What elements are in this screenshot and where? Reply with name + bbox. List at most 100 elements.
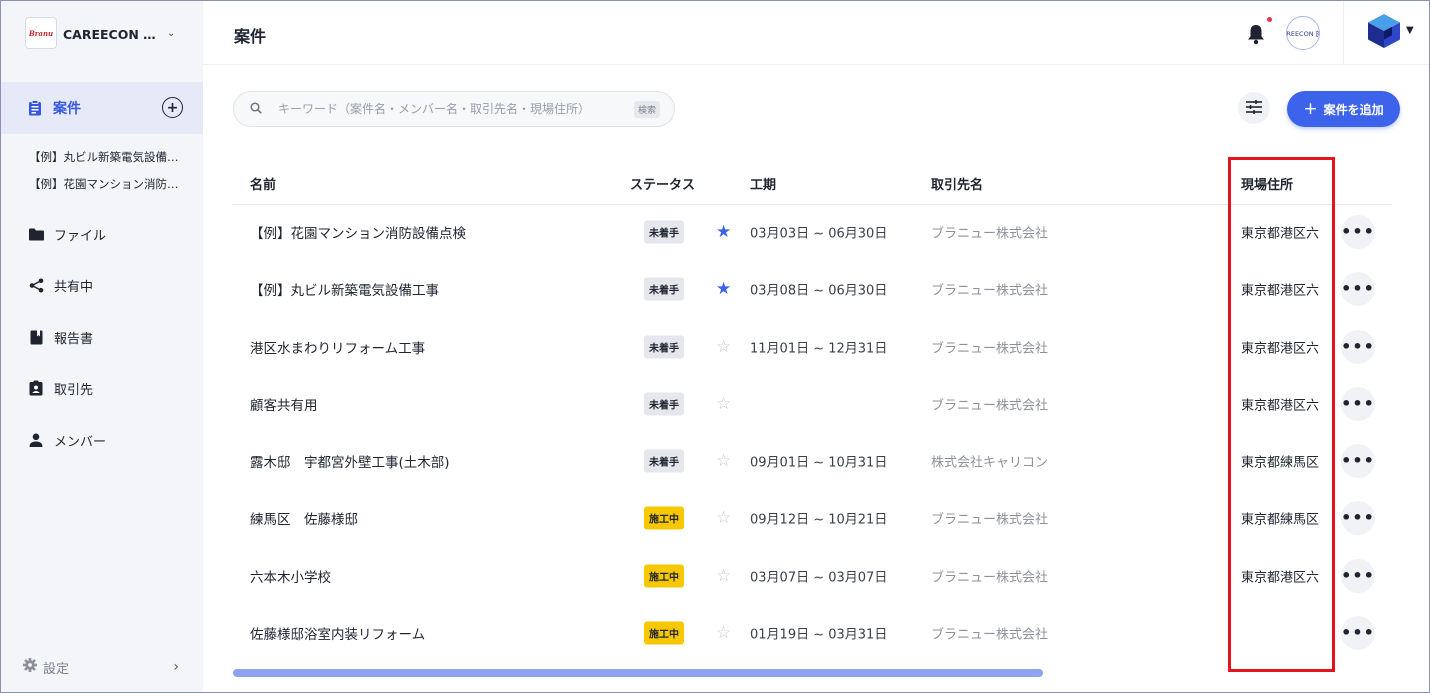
contact-badge-icon	[28, 380, 44, 396]
company-avatar[interactable]: CAREECON 施工	[1286, 16, 1320, 50]
site-address: 東京都港区六	[1241, 226, 1320, 241]
column-header-client[interactable]: 取引先名	[931, 174, 983, 193]
site-address: 東京都港区六	[1241, 341, 1320, 356]
site-address: 東京都港区六	[1241, 283, 1320, 298]
status-badge: 未着手	[644, 335, 684, 358]
table-header: 名前 ステータス 工期 取引先名 現場住所	[233, 163, 1391, 205]
table-row[interactable]: 【例】丸ビル新築電気設備工事 未着手 ★ 03月08日 ~ 06月30日 ブラニュー株式…	[233, 260, 1391, 317]
more-options-icon[interactable]: •••	[1341, 271, 1375, 306]
more-options-icon[interactable]: •••	[1341, 558, 1375, 593]
star-icon[interactable]: ☆	[716, 623, 731, 643]
filter-settings-button[interactable]	[1238, 92, 1270, 124]
column-header-name[interactable]: 名前	[250, 174, 276, 193]
add-project-icon[interactable]: +	[162, 97, 183, 118]
client-name: ブラニュー株式会社	[931, 512, 1049, 527]
more-options-icon[interactable]: •••	[1341, 443, 1375, 478]
project-name[interactable]: 港区水まわりリフォーム工事	[250, 337, 425, 357]
sidebar-item-files[interactable]: ファイル	[1, 219, 203, 249]
client-name: ブラニュー株式会社	[931, 283, 1049, 298]
sidebar-item-label: メンバー	[54, 434, 107, 450]
site-address: 東京都港区六	[1241, 570, 1320, 585]
settings-label: 設定	[43, 661, 70, 677]
column-header-period[interactable]: 工期	[750, 174, 776, 193]
status-badge: 施工中	[644, 621, 684, 644]
column-header-address[interactable]: 現場住所	[1241, 174, 1293, 193]
project-name[interactable]: 練馬区 佐藤様邸	[250, 508, 358, 528]
more-options-icon[interactable]: •••	[1341, 386, 1375, 421]
project-name[interactable]: 【例】丸ビル新築電気設備工事	[250, 279, 439, 299]
search-input[interactable]	[278, 102, 618, 116]
project-period: 03月08日 ~ 06月30日	[750, 283, 888, 298]
org-switcher[interactable]: Branu CAREECON 施工管理 ⌄	[1, 1, 203, 65]
page-title: 案件	[234, 27, 267, 46]
status-badge: 未着手	[644, 220, 684, 243]
org-name: CAREECON 施工管理	[63, 26, 159, 42]
project-period: 11月01日 ~ 12月31日	[750, 341, 888, 356]
sidebar-item-label: 共有中	[54, 279, 94, 295]
star-icon[interactable]: ★	[716, 222, 731, 242]
recent-project-link[interactable]: 【例】花園マンション消防設備点検	[29, 176, 179, 192]
project-name[interactable]: 顧客共有用	[250, 394, 318, 414]
project-name[interactable]: 露木邸 宇都宮外壁工事(土木部)	[250, 451, 450, 471]
table-row[interactable]: 港区水まわりリフォーム工事 未着手 ☆ 11月01日 ~ 12月31日 ブラニュー株式会…	[233, 318, 1391, 375]
star-icon[interactable]: ☆	[716, 508, 731, 528]
more-options-icon[interactable]: •••	[1341, 329, 1375, 364]
sidebar-item-shared[interactable]: 共有中	[1, 270, 203, 300]
notification-dot	[1267, 17, 1272, 22]
more-options-icon[interactable]: •••	[1341, 500, 1375, 535]
sidebar-item-label: 取引先	[54, 382, 94, 398]
add-project-button[interactable]: + 案件を追加	[1287, 91, 1400, 127]
table-row[interactable]: 顧客共有用 未着手 ☆ ブラニュー株式会社 東京都港区六 •••	[233, 375, 1391, 432]
column-header-status[interactable]: ステータス	[630, 174, 695, 193]
app-logo-cube-icon[interactable]	[1367, 13, 1401, 49]
client-name: ブラニュー株式会社	[931, 341, 1049, 356]
star-icon[interactable]: ★	[716, 279, 731, 299]
search-bar[interactable]: 検索	[233, 91, 675, 127]
notification-bell-icon[interactable]	[1246, 23, 1266, 45]
sidebar-item-label: 報告書	[54, 331, 94, 347]
client-name: ブラニュー株式会社	[931, 570, 1049, 585]
site-address: 東京都練馬区	[1241, 455, 1320, 470]
project-name[interactable]: 【例】花園マンション消防設備点検	[250, 222, 466, 242]
caret-down-icon[interactable]: ▼	[1406, 25, 1414, 36]
client-name: ブラニュー株式会社	[931, 226, 1049, 241]
project-name[interactable]: 佐藤様邸浴室内装リフォーム	[250, 623, 425, 643]
table-row[interactable]: 六本木小学校 施工中 ☆ 03月07日 ~ 03月07日 ブラニュー株式会社 東京都港区六…	[233, 547, 1391, 604]
project-period: 01月19日 ~ 03月31日	[750, 627, 888, 642]
client-name: ブラニュー株式会社	[931, 398, 1049, 413]
project-period: 09月12日 ~ 10月21日	[750, 512, 888, 527]
person-icon	[28, 432, 44, 448]
project-period: 03月07日 ~ 03月07日	[750, 570, 888, 585]
recent-project-link[interactable]: 【例】丸ビル新築電気設備工事	[29, 149, 179, 165]
search-shortcut-badge: 検索	[633, 101, 660, 118]
folder-icon	[28, 226, 44, 242]
project-period: 09月01日 ~ 10月31日	[750, 455, 888, 470]
project-name[interactable]: 六本木小学校	[250, 566, 331, 586]
star-icon[interactable]: ☆	[716, 337, 731, 357]
more-options-icon[interactable]: •••	[1341, 214, 1375, 249]
sidebar-item-projects[interactable]: 案件 +	[1, 82, 203, 134]
table-row[interactable]: 露木邸 宇都宮外壁工事(土木部) 未着手 ☆ 09月01日 ~ 10月31日 株式会社キ…	[233, 432, 1391, 489]
gear-icon	[23, 658, 37, 676]
search-icon	[250, 101, 262, 117]
sidebar-item-clients[interactable]: 取引先	[1, 373, 203, 403]
horizontal-scrollbar[interactable]	[233, 669, 1043, 677]
site-address: 東京都練馬区	[1241, 512, 1320, 527]
star-icon[interactable]: ☆	[716, 451, 731, 471]
chevron-right-icon: ›	[173, 659, 179, 675]
header-divider	[1343, 1, 1344, 65]
sidebar-item-members[interactable]: メンバー	[1, 425, 203, 455]
sidebar-item-label: 案件	[53, 101, 81, 117]
more-options-icon[interactable]: •••	[1341, 615, 1375, 650]
table-row[interactable]: 佐藤様邸浴室内装リフォーム 施工中 ☆ 01月19日 ~ 03月31日 ブラニュー株式会…	[233, 604, 1391, 661]
table-row[interactable]: 練馬区 佐藤様邸 施工中 ☆ 09月12日 ~ 10月21日 ブラニュー株式会社 東京都練…	[233, 489, 1391, 546]
top-header: 案件 CAREECON 施工 ▼	[203, 1, 1429, 65]
star-icon[interactable]: ☆	[716, 566, 731, 586]
sidebar-item-reports[interactable]: 報告書	[1, 322, 203, 352]
project-period: 03月03日 ~ 06月30日	[750, 226, 888, 241]
status-badge: 施工中	[644, 564, 684, 587]
table-row[interactable]: 【例】花園マンション消防設備点検 未着手 ★ 03月03日 ~ 06月30日 ブラニュー…	[233, 203, 1391, 260]
star-icon[interactable]: ☆	[716, 394, 731, 414]
settings-link[interactable]: 設定 ›	[1, 642, 203, 692]
status-badge: 未着手	[644, 449, 684, 472]
